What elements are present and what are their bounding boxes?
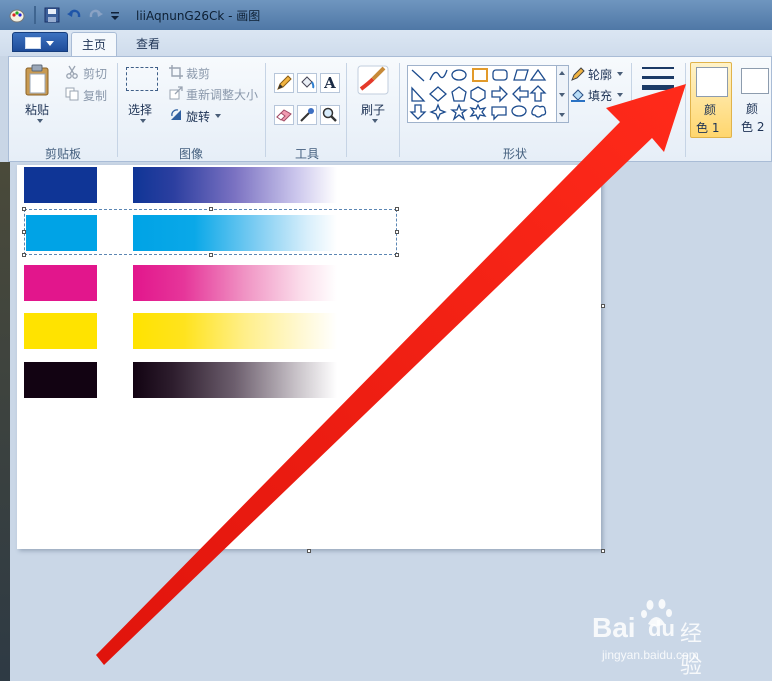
watermark-du: du (648, 616, 675, 641)
watermark-brand: Bai (592, 612, 636, 643)
red-arrow-annotation (96, 84, 686, 665)
watermark-url: jingyan.baidu.com (602, 648, 699, 662)
